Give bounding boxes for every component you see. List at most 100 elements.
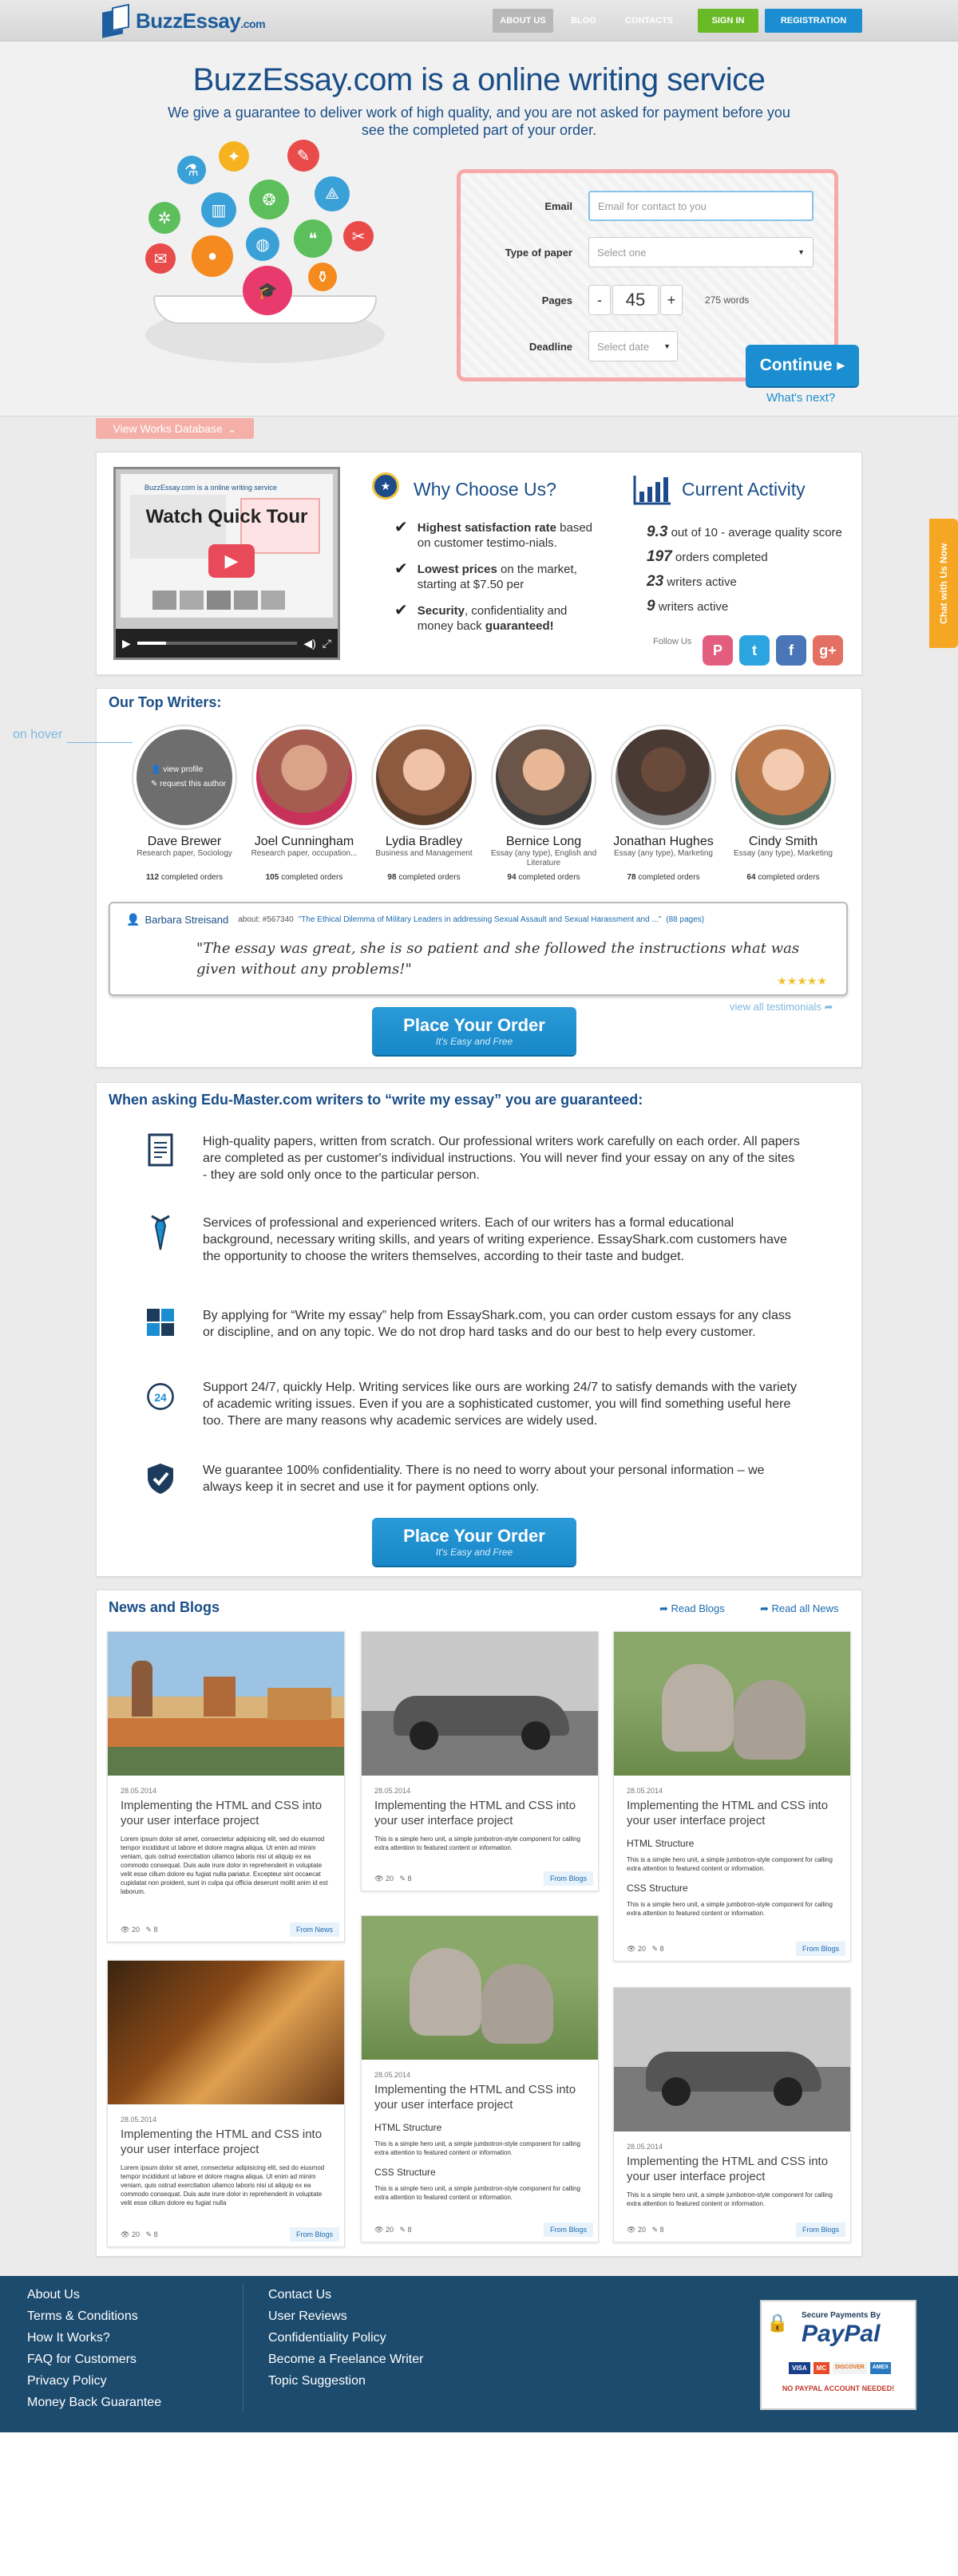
shield-icon [145,1462,176,1499]
email-field[interactable]: Email for contact to you [588,191,814,221]
facebook-icon[interactable]: f [776,635,806,666]
lock-icon: 🔒 [766,2313,789,2333]
writer-avatar[interactable] [373,726,475,828]
pages-input[interactable]: 45 [612,285,659,315]
testimonial-topic[interactable]: "The Ethical Dilemma of Military Leaders… [299,915,662,924]
google-plus-icon[interactable]: g+ [813,635,843,666]
deadline-label: Deadline [528,341,572,353]
card-tag[interactable]: From Blogs [543,2222,593,2237]
footer-link[interactable]: Confidentiality Policy [268,2327,423,2349]
view-works-database-tab[interactable]: View Works Database ⌄ [96,418,254,439]
writer-card[interactable]: Bernice Long Essay (any type), English a… [487,726,600,882]
fullscreen-icon[interactable]: ⤢ [323,637,331,650]
place-order-sub: It's Easy and Free [435,1036,513,1047]
testimonial-author[interactable]: Barbara Streisand [144,914,228,926]
sign-in-button[interactable]: SIGN IN [698,9,758,33]
continue-button[interactable]: Continue ▶ [746,345,859,386]
news-title: News and Blogs [109,1599,220,1615]
footer-link[interactable]: Topic Suggestion [268,2370,423,2392]
volume-icon[interactable]: ◀) [303,637,315,650]
pages-minus-button[interactable]: - [588,285,611,315]
card-title[interactable]: Implementing the HTML and CSS into your … [108,2124,344,2157]
read-news-link[interactable]: ➦ Read all News [760,1602,838,1615]
read-blogs-link[interactable]: ➦ Read Blogs [659,1602,725,1615]
card-title[interactable]: Implementing the HTML and CSS into your … [362,2079,598,2112]
writer-card[interactable]: Joel Cunningham Research paper, occupati… [247,726,361,882]
activity-value: 9.3 [647,523,668,540]
place-order-button[interactable]: Place Your Order It's Easy and Free [372,1007,576,1055]
registration-button[interactable]: REGISTRATION [765,9,862,33]
comments-icon: ✎ [651,1944,659,1953]
request-author-action[interactable]: ✎ request this author [151,777,226,792]
place-order-button[interactable]: Place Your Order It's Easy and Free [372,1518,576,1566]
play-icon[interactable]: ▶ [208,544,255,578]
document-icon [145,1133,176,1170]
writer-card[interactable]: Cindy Smith Essay (any type), Marketing … [726,726,840,882]
why-bold: Security [417,604,465,618]
guarantee-text: Services of professional and experienced… [203,1216,787,1263]
writer-card[interactable]: 👤 view profile ✎ request this author Dav… [128,726,241,882]
footer-link[interactable]: Privacy Policy [27,2370,161,2392]
writer-card[interactable]: Jonathan Hughes Essay (any type), Market… [607,726,720,882]
card-title[interactable]: Implementing the HTML and CSS into your … [614,2151,850,2184]
video-player[interactable]: BuzzEssay.com is a online writing servic… [113,467,340,660]
footer-link[interactable]: Terms & Conditions [27,2305,161,2327]
comments-icon: ✎ [145,1925,152,1934]
card-body: This is a simple hero unit, a simple jum… [374,2140,580,2156]
writer-avatar[interactable] [253,726,355,828]
card-title[interactable]: Implementing the HTML and CSS into your … [362,1795,598,1828]
testimonial-quote: "The essay was great, she is so patient … [196,940,800,978]
footer-link[interactable]: Become a Freelance Writer [268,2349,423,2370]
writer-name: Joel Cunningham [254,835,354,848]
card-title[interactable]: Implementing the HTML and CSS into your … [108,1795,344,1828]
view-all-testimonials-link[interactable]: view all testimonials ➦ [730,1001,833,1013]
site-logo[interactable]: BuzzEssay.com [102,3,266,38]
nav-contacts[interactable]: CONTACTS [613,9,685,33]
whats-next-link[interactable]: What's next? [766,391,835,405]
card-tag[interactable]: From Blogs [289,2227,339,2242]
footer-link[interactable]: Money Back Guarantee [27,2392,161,2413]
view-profile-action[interactable]: 👤 view profile [151,763,226,777]
writer-avatar[interactable] [493,726,595,828]
type-of-paper-select[interactable]: Select one ▼ [588,237,814,267]
writer-avatar[interactable] [612,726,715,828]
video-screen: BuzzEssay.com is a online writing servic… [121,474,333,618]
pinterest-icon[interactable]: P [703,635,733,666]
footer-link[interactable]: Contact Us [268,2284,423,2305]
news-card[interactable]: 28.05.2014 Implementing the HTML and CSS… [361,1631,599,1891]
writer-orders: 105 completed orders [265,873,343,882]
guarantee-item: We guarantee 100% confidentiality. There… [145,1462,800,1499]
card-title[interactable]: Implementing the HTML and CSS into your … [614,1795,850,1828]
card-date: 28.05.2014 [121,1787,157,1795]
card-tag[interactable]: From Blogs [543,1871,593,1886]
writer-avatar[interactable]: 👤 view profile ✎ request this author [133,726,236,828]
nav-blog[interactable]: BLOG [559,9,608,33]
news-card[interactable]: 28.05.2014 Implementing the HTML and CSS… [361,1915,599,2242]
caret-right-icon: ▶ [837,359,845,371]
pages-plus-button[interactable]: + [660,285,683,315]
news-card[interactable]: 28.05.2014 Implementing the HTML and CSS… [613,1631,851,1962]
writer-card[interactable]: Lydia Bradley Business and Management 98… [367,726,481,882]
twitter-icon[interactable]: t [739,635,770,666]
play-small-icon[interactable]: ▶ [122,637,131,650]
footer-link[interactable]: User Reviews [268,2305,423,2327]
chevron-down-icon: ▼ [798,248,805,256]
comments-icon: ✎ [651,2225,659,2234]
deadline-select[interactable]: Select date ▼ [588,331,678,362]
card-tag[interactable]: From Blogs [795,2222,845,2237]
footer-link[interactable]: How It Works? [27,2327,161,2349]
news-card[interactable]: 28.05.2014 Implementing the HTML and CSS… [107,1960,345,2247]
views-icon: 👁 [374,1874,384,1883]
news-card[interactable]: 28.05.2014 Implementing the HTML and CSS… [613,1987,851,2242]
news-card[interactable]: 28.05.2014 Implementing the HTML and CSS… [107,1631,345,1942]
writer-avatar[interactable] [732,726,834,828]
footer-link[interactable]: FAQ for Customers [27,2349,161,2370]
footer-link[interactable]: About Us [27,2284,161,2305]
card-tag[interactable]: From Blogs [795,1942,845,1956]
chat-now-tab[interactable]: Chat with Us Now [929,519,958,648]
writer-role: Essay (any type), Marketing [734,849,833,858]
nav-about-us[interactable]: ABOUT US [493,9,553,33]
guarantee-text: By applying for “Write my essay” help fr… [203,1309,791,1339]
card-tag[interactable]: From News [289,1922,339,1937]
video-progress-bar[interactable] [137,642,298,645]
